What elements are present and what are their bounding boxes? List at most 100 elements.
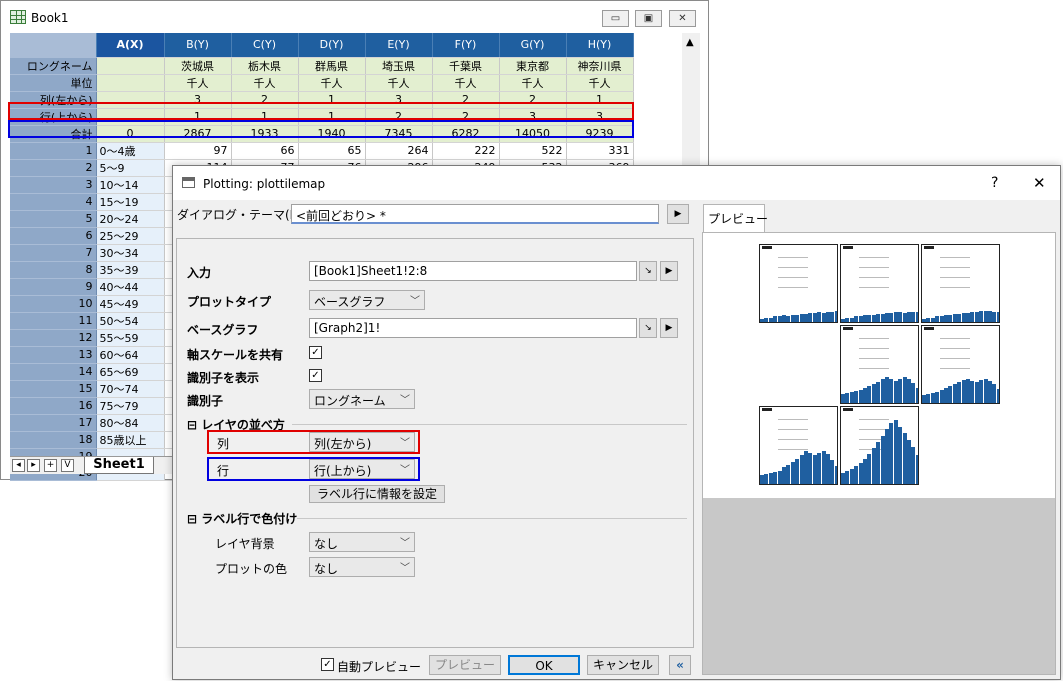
- base-graph-field[interactable]: [Graph2]1!: [309, 318, 637, 338]
- row-header[interactable]: 1: [10, 142, 97, 160]
- data-cell[interactable]: 222: [432, 142, 500, 160]
- label-cell[interactable]: 栃木県: [231, 57, 299, 75]
- label-cell[interactable]: 埼玉県: [365, 57, 433, 75]
- data-cell[interactable]: 70～74: [96, 380, 165, 398]
- preview-button[interactable]: プレビュー: [429, 655, 501, 675]
- row-header[interactable]: 5: [10, 210, 97, 228]
- col-order-select[interactable]: 列(左から) ﹀: [309, 432, 415, 452]
- column-header[interactable]: D(Y): [298, 33, 366, 58]
- help-button[interactable]: ?: [991, 175, 998, 191]
- label-cell[interactable]: [96, 57, 165, 75]
- data-cell[interactable]: 15～19: [96, 193, 165, 211]
- id-select[interactable]: ロングネーム ﹀: [309, 389, 415, 409]
- collapse-preview-button[interactable]: «: [669, 655, 691, 675]
- row-header[interactable]: 16: [10, 397, 97, 415]
- layer-bg-select[interactable]: なし ﹀: [309, 532, 415, 552]
- row-header[interactable]: 6: [10, 227, 97, 245]
- row-header[interactable]: 17: [10, 414, 97, 432]
- data-cell[interactable]: 5～9: [96, 159, 165, 177]
- row-header[interactable]: 10: [10, 295, 97, 313]
- ok-button[interactable]: OK: [508, 655, 580, 675]
- label-cell[interactable]: 千人: [432, 74, 500, 92]
- row-header[interactable]: 2: [10, 159, 97, 177]
- row-header[interactable]: 7: [10, 244, 97, 262]
- row-header[interactable]: 15: [10, 380, 97, 398]
- data-cell[interactable]: 35～39: [96, 261, 165, 279]
- data-cell[interactable]: 65～69: [96, 363, 165, 381]
- data-cell[interactable]: 25～29: [96, 227, 165, 245]
- share-axis-checkbox[interactable]: ✓: [309, 346, 322, 359]
- label-row-header[interactable]: 単位: [10, 74, 97, 92]
- minimize-icon[interactable]: ▭: [602, 10, 629, 27]
- data-cell[interactable]: 80～84: [96, 414, 165, 432]
- tab-preview[interactable]: プレビュー: [703, 204, 768, 232]
- row-header[interactable]: 14: [10, 363, 97, 381]
- auto-preview-checkbox[interactable]: ✓: [321, 658, 334, 671]
- data-cell[interactable]: 45～49: [96, 295, 165, 313]
- dialog-close-button[interactable]: ✕: [1033, 174, 1046, 192]
- cancel-button[interactable]: キャンセル: [587, 655, 659, 675]
- label-cell[interactable]: 東京都: [499, 57, 567, 75]
- label-cell[interactable]: 群馬県: [298, 57, 366, 75]
- data-cell[interactable]: 40～44: [96, 278, 165, 296]
- plot-color-select[interactable]: なし ﹀: [309, 557, 415, 577]
- data-cell[interactable]: 66: [231, 142, 299, 160]
- column-header[interactable]: F(Y): [432, 33, 500, 58]
- row-header[interactable]: 3: [10, 176, 97, 194]
- data-cell[interactable]: 331: [566, 142, 634, 160]
- data-cell[interactable]: 0～4歳: [96, 142, 165, 160]
- row-header[interactable]: 4: [10, 193, 97, 211]
- column-header[interactable]: E(Y): [365, 33, 433, 58]
- column-header[interactable]: B(Y): [164, 33, 232, 58]
- label-cell[interactable]: 千人: [566, 74, 634, 92]
- label-cell[interactable]: 千葉県: [432, 57, 500, 75]
- label-cell[interactable]: 茨城県: [164, 57, 232, 75]
- show-id-checkbox[interactable]: ✓: [309, 369, 322, 382]
- data-cell[interactable]: 85歳以上: [96, 431, 165, 449]
- column-header[interactable]: A(X): [96, 33, 165, 58]
- column-header[interactable]: C(Y): [231, 33, 299, 58]
- color-section-title[interactable]: ⊟ ラベル行で色付け: [187, 510, 297, 527]
- input-menu-button[interactable]: ▶: [660, 261, 678, 281]
- label-cell[interactable]: 千人: [231, 74, 299, 92]
- data-cell[interactable]: 60～64: [96, 346, 165, 364]
- set-label-row-button[interactable]: ラベル行に情報を設定: [309, 485, 445, 503]
- data-cell[interactable]: 264: [365, 142, 433, 160]
- row-header[interactable]: 11: [10, 312, 97, 330]
- sheet-next-icon[interactable]: ▸: [27, 459, 40, 472]
- row-order-select[interactable]: 行(上から) ﹀: [309, 459, 415, 479]
- add-sheet-icon[interactable]: +: [44, 459, 57, 472]
- label-cell[interactable]: 神奈川県: [566, 57, 634, 75]
- corner-cell[interactable]: [10, 33, 97, 58]
- row-header[interactable]: 18: [10, 431, 97, 449]
- input-field[interactable]: [Book1]Sheet1!2:8: [309, 261, 637, 281]
- base-graph-select-icon[interactable]: ↘: [639, 318, 657, 338]
- label-row-header[interactable]: ロングネーム: [10, 57, 97, 75]
- theme-menu-button[interactable]: ▶: [667, 204, 689, 224]
- row-header[interactable]: 9: [10, 278, 97, 296]
- data-cell[interactable]: 20～24: [96, 210, 165, 228]
- sheet-prev-icon[interactable]: ◂: [12, 459, 25, 472]
- plot-type-select[interactable]: ベースグラフ ﹀: [309, 290, 425, 310]
- label-cell[interactable]: 千人: [499, 74, 567, 92]
- label-cell[interactable]: [96, 74, 165, 92]
- data-cell[interactable]: 75～79: [96, 397, 165, 415]
- label-cell[interactable]: 千人: [298, 74, 366, 92]
- data-cell[interactable]: 55～59: [96, 329, 165, 347]
- scroll-up-icon[interactable]: ▲: [686, 37, 694, 48]
- sheet-list-icon[interactable]: V: [61, 459, 74, 472]
- label-cell[interactable]: 千人: [164, 74, 232, 92]
- base-graph-menu-button[interactable]: ▶: [660, 318, 678, 338]
- label-cell[interactable]: 千人: [365, 74, 433, 92]
- close-icon[interactable]: ✕: [669, 10, 696, 27]
- row-header[interactable]: 8: [10, 261, 97, 279]
- data-cell[interactable]: 10～14: [96, 176, 165, 194]
- data-cell[interactable]: 50～54: [96, 312, 165, 330]
- data-cell[interactable]: 65: [298, 142, 366, 160]
- input-select-range-icon[interactable]: ↘: [639, 261, 657, 281]
- data-cell[interactable]: 30～34: [96, 244, 165, 262]
- theme-field[interactable]: <前回どおり> *: [291, 204, 659, 224]
- restore-icon[interactable]: ▣: [635, 10, 662, 27]
- row-header[interactable]: 13: [10, 346, 97, 364]
- data-cell[interactable]: 97: [164, 142, 232, 160]
